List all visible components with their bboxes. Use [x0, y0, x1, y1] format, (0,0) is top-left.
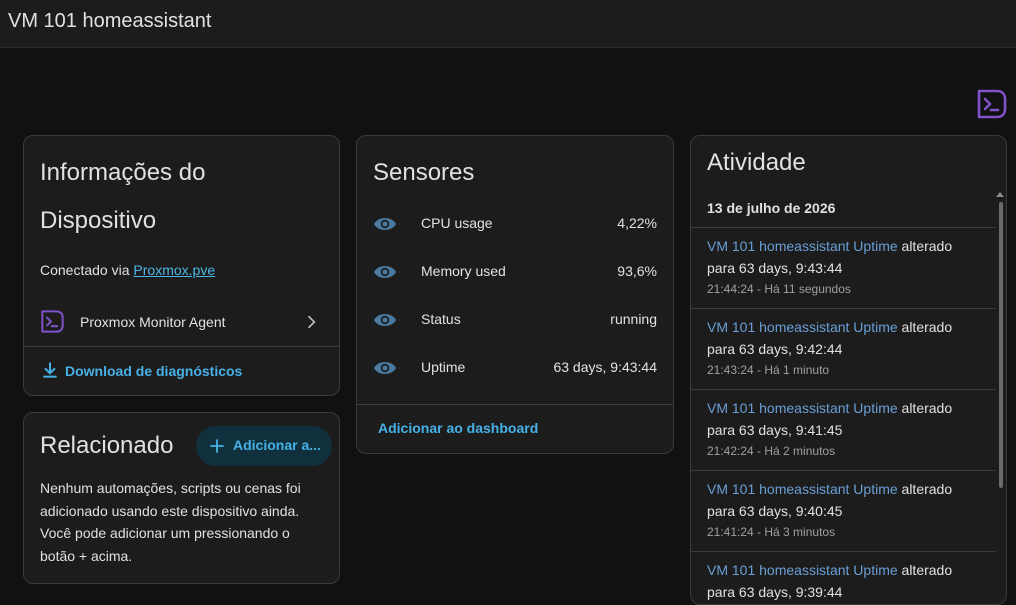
integration-row[interactable]: Proxmox Monitor Agent: [24, 298, 339, 346]
device-info-title-line2: Dispositivo: [40, 207, 157, 234]
log-verb: alterado: [897, 238, 953, 254]
scroll-up-arrow-icon[interactable]: [996, 191, 1004, 197]
add-to-dashboard-button[interactable]: Adicionar ao dashboard: [378, 420, 538, 436]
activity-scrollbar[interactable]: [999, 202, 1003, 488]
log-message: para 63 days, 9:41:45: [707, 422, 843, 438]
sensor-label: Uptime: [421, 359, 466, 375]
proxmox-link[interactable]: Proxmox.pve: [133, 262, 215, 278]
integration-label: Proxmox Monitor Agent: [80, 314, 226, 330]
log-entry[interactable]: VM 101 homeassistant Uptime alterado par…: [707, 559, 990, 603]
eye-icon: [374, 266, 396, 278]
sensors-divider: [357, 404, 673, 405]
log-verb: alterado: [897, 319, 953, 335]
sensors-title: Sensores: [373, 159, 475, 186]
sensor-label: CPU usage: [421, 215, 493, 231]
log-entity-link[interactable]: VM 101 homeassistant Uptime: [707, 400, 898, 416]
log-entity-link[interactable]: VM 101 homeassistant Uptime: [707, 481, 898, 497]
sensor-value: 93,6%: [617, 263, 657, 279]
sensor-value: running: [610, 311, 657, 327]
log-entity-link[interactable]: VM 101 homeassistant Uptime: [707, 562, 898, 578]
log-message: para 63 days, 9:39:44: [707, 584, 843, 600]
log-message: para 63 days, 9:42:44: [707, 341, 843, 357]
top-app-bar: VM 101 homeassistant: [0, 0, 1016, 48]
sensor-label: Status: [421, 311, 461, 327]
device-info-card: Informações do Dispositivo Conectado via…: [23, 135, 340, 396]
activity-divider: [691, 470, 996, 471]
device-info-title-line1: Informações do: [40, 159, 206, 186]
device-info-divider: [24, 346, 339, 347]
log-entity-link[interactable]: VM 101 homeassistant Uptime: [707, 319, 898, 335]
activity-card: Atividade 13 de julho de 2026 VM 101 hom…: [690, 135, 1007, 605]
log-entry[interactable]: VM 101 homeassistant Uptime alterado par…: [707, 478, 990, 542]
activity-title: Atividade: [707, 149, 806, 176]
log-message: para 63 days, 9:43:44: [707, 260, 843, 276]
log-entity-link[interactable]: VM 101 homeassistant Uptime: [707, 238, 898, 254]
eye-icon: [374, 218, 396, 230]
eye-icon: [374, 314, 396, 326]
sensor-row-memory[interactable]: Memory used 93,6%: [357, 248, 673, 296]
related-title: Relacionado: [40, 432, 174, 459]
download-diagnostics-button[interactable]: Download de diagnósticos: [40, 360, 260, 384]
sensor-value: 4,22%: [617, 215, 657, 231]
log-time: 21:44:24 - Há 11 segundos: [707, 282, 851, 296]
sensor-label: Memory used: [421, 263, 506, 279]
activity-divider: [691, 308, 996, 309]
log-verb: alterado: [897, 562, 953, 578]
log-message: para 63 days, 9:40:45: [707, 503, 843, 519]
log-time: 21:43:24 - Há 1 minuto: [707, 363, 830, 377]
activity-divider: [691, 227, 996, 228]
activity-date: 13 de julho de 2026: [707, 200, 836, 216]
add-related-button[interactable]: Adicionar a...: [196, 426, 332, 466]
activity-divider: [691, 551, 996, 552]
related-card: Relacionado Adicionar a... Nenhum automa…: [23, 412, 340, 584]
log-verb: alterado: [897, 481, 953, 497]
log-entry[interactable]: VM 101 homeassistant Uptime alterado par…: [707, 235, 990, 299]
related-empty-text: Nenhum automações, scripts ou cenas foi …: [40, 480, 301, 564]
log-time: 21:41:24 - Há 3 minutos: [707, 525, 836, 539]
add-related-label: Adicionar a...: [233, 437, 321, 453]
connected-via-text: Conectado via Proxmox.pve: [40, 262, 215, 278]
sensor-row-cpu[interactable]: CPU usage 4,22%: [357, 200, 673, 248]
eye-icon: [374, 362, 396, 374]
download-diagnostics-label: Download de diagnósticos: [65, 363, 243, 379]
log-verb: alterado: [897, 400, 953, 416]
download-icon: [43, 362, 57, 378]
activity-divider: [691, 389, 996, 390]
terminal-icon[interactable]: [976, 88, 1008, 120]
sensors-card: Sensores CPU usage 4,22% Memory used 93,…: [356, 135, 674, 454]
sensor-row-status[interactable]: Status running: [357, 296, 673, 344]
page-title: VM 101 homeassistant: [8, 10, 212, 32]
log-time: 21:42:24 - Há 2 minutos: [707, 444, 836, 458]
chevron-right-icon: [307, 315, 316, 329]
log-entry[interactable]: VM 101 homeassistant Uptime alterado par…: [707, 397, 990, 461]
plus-icon: [210, 439, 224, 453]
proxmox-integration-icon: [41, 310, 64, 333]
log-entry[interactable]: VM 101 homeassistant Uptime alterado par…: [707, 316, 990, 380]
connected-via-label: Conectado via: [40, 262, 134, 278]
sensor-row-uptime[interactable]: Uptime 63 days, 9:43:44: [357, 344, 673, 392]
sensor-value: 63 days, 9:43:44: [553, 359, 657, 375]
